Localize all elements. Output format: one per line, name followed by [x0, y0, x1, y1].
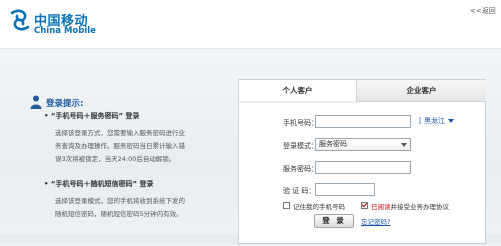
remember-label: 记住我的手机号码	[293, 203, 345, 211]
mode-label: 登录模式：	[283, 142, 318, 150]
remember-checkbox[interactable]	[283, 202, 290, 209]
agree-checkbox[interactable]	[361, 202, 368, 209]
login-button[interactable]: 登 录	[314, 214, 354, 228]
tip-heading-password: • “手机号码＋服务密码” 登录	[44, 112, 140, 120]
region-select[interactable]: [ 黑龙江	[419, 116, 454, 126]
tab-enterprise[interactable]: 企业客户	[356, 80, 486, 102]
chevron-down-icon	[401, 143, 407, 147]
agree-label-prefix: 已阅读	[371, 203, 391, 211]
region-label: [ 黑龙江	[419, 117, 445, 125]
login-panel: 个人客户 企业客户 手机号码： [ 黑龙江 登录模式： 服务密码 服务密码： 验…	[238, 79, 486, 244]
tip-line: 务查询及办理操作。服务密码当日累计输入错	[55, 142, 185, 150]
phone-input[interactable]	[315, 115, 411, 128]
password-input[interactable]	[315, 161, 411, 174]
tab-personal[interactable]: 个人客户	[239, 80, 356, 103]
agree-label: 已阅读并接受业务办理协议	[371, 201, 449, 211]
person-icon	[30, 95, 42, 109]
china-mobile-logo[interactable]: 中国移动 China Mobile	[8, 7, 98, 39]
back-link[interactable]: <<返回	[470, 6, 496, 16]
captcha-label: 验 证 码：	[283, 187, 316, 195]
forgot-password-link[interactable]: 忘记密码?	[361, 216, 390, 226]
header: 中国移动 China Mobile <<返回	[0, 0, 501, 45]
login-mode-select[interactable]: 服务密码	[315, 138, 411, 151]
agree-label-suffix: 并接受业务办理协议	[390, 203, 450, 211]
phone-label: 手机号码：	[283, 119, 318, 127]
tip-line: 选择该登录模式，您的手机将收到系统下发的	[55, 197, 185, 205]
china-mobile-logo-icon	[10, 9, 30, 31]
tip-line: 选择该登录方式，您需要输入服务密码进行业	[55, 129, 185, 137]
captcha-input[interactable]	[315, 183, 375, 196]
tip-line: 误3次将被锁定，当天24:00后自动解锁。	[55, 155, 176, 163]
password-label: 服务密码：	[283, 165, 318, 173]
tip-heading-sms: • “手机号码＋随机短信密码” 登录	[44, 180, 154, 188]
login-mode-value: 服务密码	[319, 140, 347, 148]
logo-text-en: China Mobile	[34, 26, 96, 36]
tip-line: 随机短信密码，随机短信密码5分钟内有效。	[55, 210, 183, 218]
chevron-down-icon	[447, 119, 454, 123]
tips-title: 登录提示:	[46, 99, 84, 109]
